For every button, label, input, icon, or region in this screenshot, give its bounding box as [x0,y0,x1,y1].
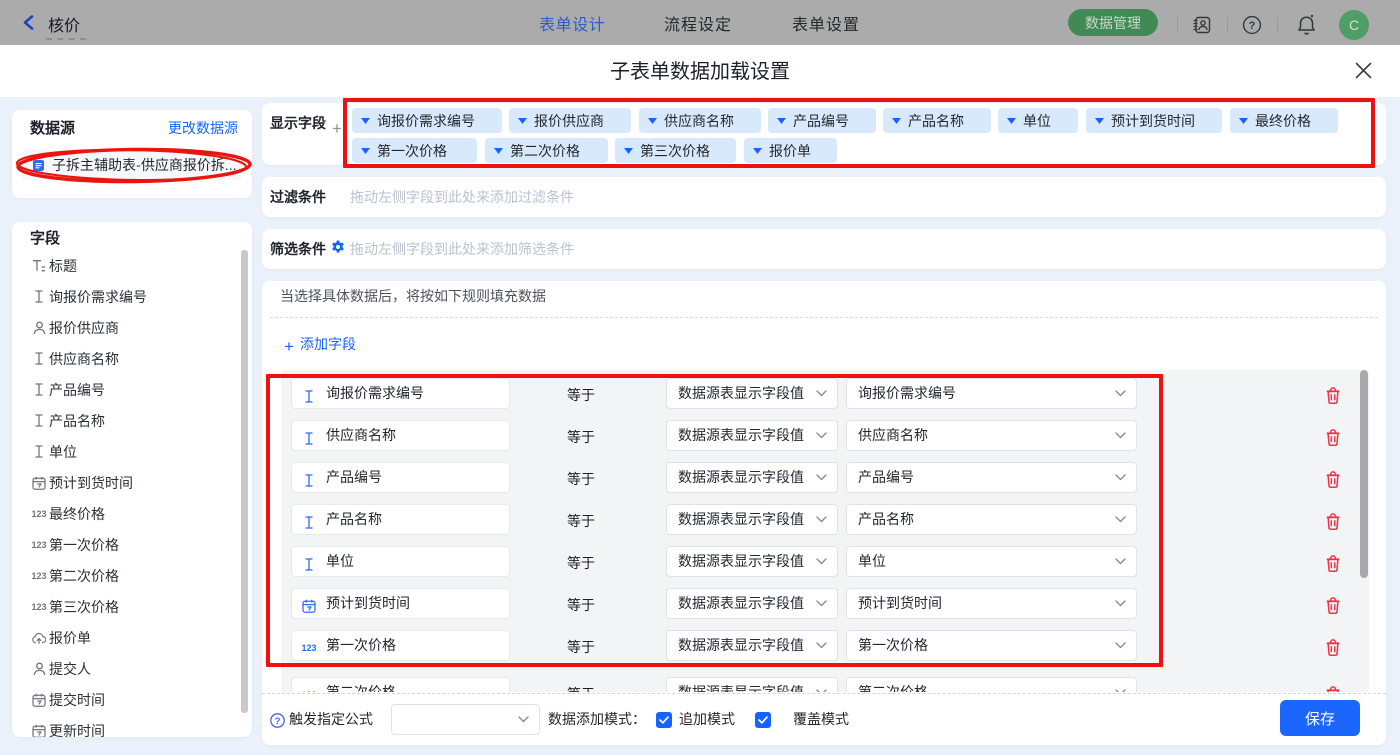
svg-text:?: ? [1249,20,1256,32]
svg-text:?: ? [275,716,281,727]
